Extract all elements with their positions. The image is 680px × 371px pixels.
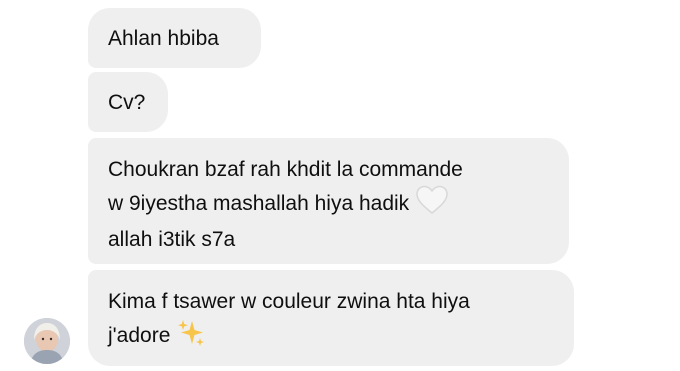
sparkles-icon (176, 317, 206, 356)
message-text: Choukran bzaf rah khdit la commande (108, 158, 463, 181)
message-thread: Ahlan hbiba Cv? Choukran bzaf rah khdit … (0, 0, 680, 371)
message-bubble[interactable]: Ahlan hbiba (88, 8, 261, 68)
message-text: Cv? (108, 91, 146, 114)
message-text: allah i3tik s7a (108, 228, 236, 251)
message-text: Ahlan hbiba (108, 27, 219, 50)
message-text-line: w 9iyestha mashallah hiya hadik (108, 185, 549, 224)
message-text: Kima f tsawer w couleur zwina hta hiya (108, 290, 470, 313)
message-bubble[interactable]: Kima f tsawer w couleur zwina hta hiya j… (88, 270, 574, 366)
message-text: j'adore (108, 324, 171, 348)
message-text: w 9iyestha mashallah hiya hadik (108, 192, 410, 216)
avatar[interactable] (24, 318, 70, 364)
white-heart-icon (415, 185, 449, 224)
message-text-line: j'adore (108, 317, 554, 356)
message-bubble[interactable]: Cv? (88, 72, 168, 132)
message-bubble[interactable]: Choukran bzaf rah khdit la commande w 9i… (88, 138, 569, 264)
user-avatar-icon (24, 318, 70, 364)
